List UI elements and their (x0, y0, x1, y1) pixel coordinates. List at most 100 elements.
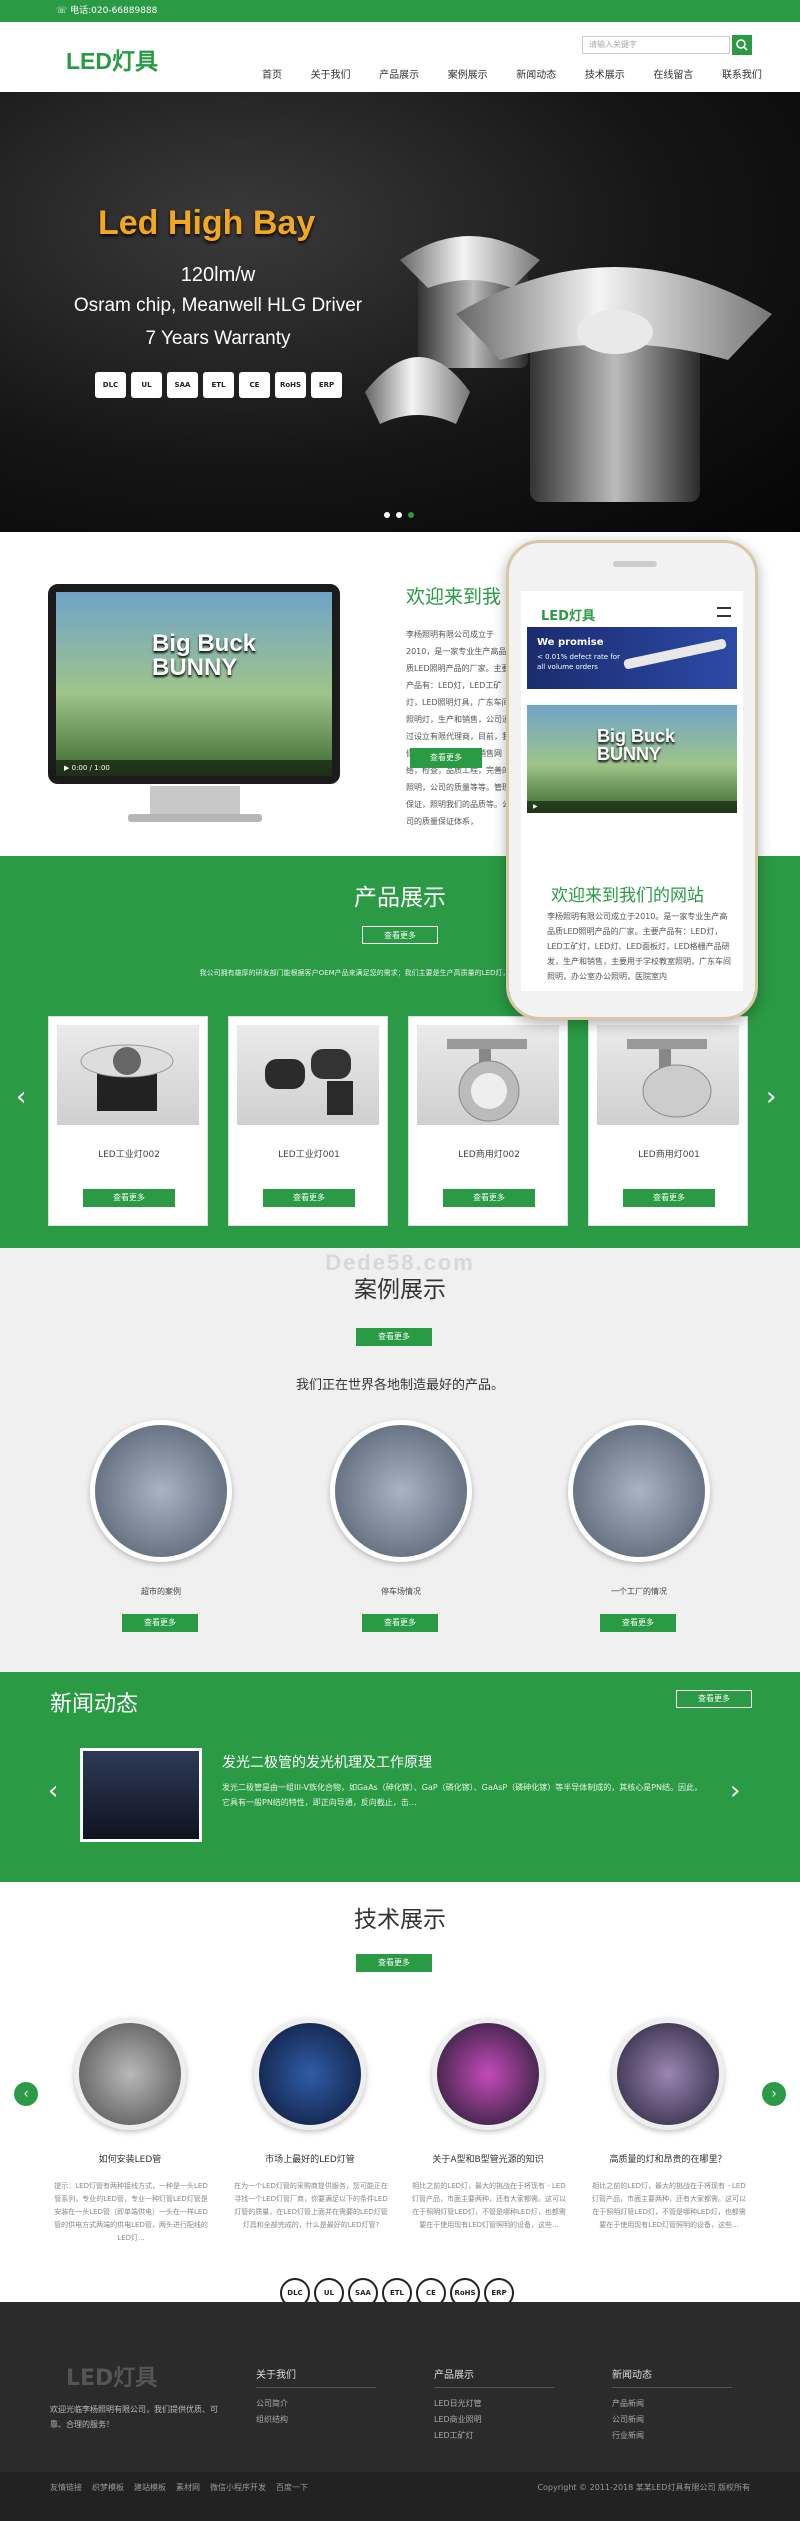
hero-banner[interactable]: Led High Bay 120lm/w Osram chip, Meanwel… (0, 92, 800, 532)
slider-dot[interactable] (384, 512, 390, 518)
nav-news[interactable]: 新闻动态 (516, 66, 556, 81)
news-next-arrow[interactable]: › (730, 1778, 740, 1804)
search-button[interactable] (732, 35, 752, 55)
friend-link[interactable]: 织梦模板 (92, 2482, 124, 2493)
footer-link[interactable]: LED商业照明 (434, 2412, 554, 2428)
top-phone: 电话:020-66889888 (70, 6, 158, 16)
welcome-title: 欢迎来到我 (406, 587, 502, 608)
phone-screen[interactable]: LED灯具 We promise < 0.01% defect rate for… (521, 591, 743, 991)
video-controls[interactable]: ▶ 0:00 / 1:00 (56, 760, 332, 776)
nav-tech[interactable]: 技术展示 (585, 66, 625, 81)
monitor-stand (150, 786, 240, 816)
footer-link[interactable]: 公司简介 (256, 2396, 376, 2412)
product-image[interactable] (597, 1025, 739, 1125)
nav-contact[interactable]: 联系我们 (722, 66, 762, 81)
products-more-button[interactable]: 查看更多 (362, 926, 438, 944)
tech-summary: 相比之前的LED灯，最大的挑战在于将现有 - LED灯管产品，市面主要两种，还有… (592, 2182, 746, 2229)
product-image[interactable] (237, 1025, 379, 1125)
phone-banner[interactable]: We promise < 0.01% defect rate for all v… (527, 627, 737, 689)
slider-dot-active[interactable] (408, 512, 414, 518)
tube-lamp-image (623, 638, 727, 670)
slider-dots (384, 512, 414, 518)
product-card[interactable]: LED工业灯002 查看更多 (48, 1016, 208, 1226)
cases-more-button[interactable]: 查看更多 (356, 1328, 432, 1346)
product-name[interactable]: LED商用灯001 (589, 1147, 749, 1160)
case-more-button[interactable]: 查看更多 (600, 1614, 676, 1632)
product-image[interactable] (57, 1025, 199, 1125)
friend-link[interactable]: 微信小程序开发 (210, 2482, 266, 2493)
product-card[interactable]: LED工业灯001 查看更多 (228, 1016, 388, 1226)
site-logo[interactable]: LED灯具 (66, 42, 158, 76)
news-image[interactable] (80, 1748, 202, 1842)
tech-label[interactable]: 高质量的灯和昂贵的在哪里？ (588, 2152, 748, 2165)
friend-link[interactable]: 素材网 (176, 2482, 200, 2493)
product-card[interactable]: LED商用灯002 查看更多 (408, 1016, 568, 1226)
tech-label[interactable]: 市场上最好的LED灯管 (230, 2152, 390, 2165)
product-card[interactable]: LED商用灯001 查看更多 (588, 1016, 748, 1226)
tech-label[interactable]: 关于A型和B型管光源的知识 (408, 2152, 568, 2165)
tech-image[interactable] (432, 2018, 544, 2130)
products-prev-arrow[interactable]: ‹ (16, 1084, 26, 1110)
rohs-logo: RoHS (275, 372, 306, 398)
product-more-button[interactable]: 查看更多 (83, 1189, 175, 1207)
phone-logo[interactable]: LED灯具 (541, 605, 595, 624)
footer-column-head: 关于我们 (256, 2366, 376, 2388)
news-prev-arrow[interactable]: ‹ (48, 1778, 58, 1804)
case-label[interactable]: 一个工厂的情况 (564, 1586, 714, 1597)
nav-cases[interactable]: 案例展示 (448, 66, 488, 81)
product-name[interactable]: LED工业灯002 (49, 1147, 209, 1160)
search-input[interactable]: 请输入关键字 (582, 36, 730, 54)
products-next-arrow[interactable]: › (766, 1084, 776, 1110)
product-name[interactable]: LED商用灯002 (409, 1147, 569, 1160)
case-more-button[interactable]: 查看更多 (362, 1614, 438, 1632)
footer-link[interactable]: 产品新闻 (612, 2396, 732, 2412)
footer-link[interactable]: 行业新闻 (612, 2428, 732, 2444)
news-more-button[interactable]: 查看更多 (676, 1690, 752, 1708)
news-headline[interactable]: 发光二极管的发光机理及工作原理 (222, 1752, 432, 1772)
footer-logo[interactable]: LED灯具 (66, 2360, 157, 2392)
phone-promo-title: We promise (537, 637, 604, 648)
case-image[interactable] (568, 1420, 710, 1562)
search-icon (736, 39, 748, 51)
phone-video-controls[interactable]: ▶ (527, 801, 737, 813)
case-label[interactable]: 停车场情况 (326, 1586, 476, 1597)
tech-summary: 在为一个LED灯管的采购商提供服务，您可能正在寻找一个LED灯管厂商，你要满足以… (234, 2182, 388, 2229)
tech-image[interactable] (254, 2018, 366, 2130)
nav-home[interactable]: 首页 (262, 66, 282, 81)
friend-link[interactable]: 建站模板 (134, 2482, 166, 2493)
footer-link[interactable]: LED日光灯管 (434, 2396, 554, 2412)
case-image[interactable] (330, 1420, 472, 1562)
tech-label[interactable]: 如何安装LED管 (50, 2152, 210, 2165)
tech-prev-arrow[interactable]: ‹ (14, 2082, 38, 2106)
footer-link[interactable]: 组织结构 (256, 2412, 376, 2428)
tech-image[interactable] (74, 2018, 186, 2130)
menu-icon[interactable] (717, 607, 731, 617)
footer-link[interactable]: LED工矿灯 (434, 2428, 554, 2444)
phone-mockup: LED灯具 We promise < 0.01% defect rate for… (506, 540, 758, 1020)
case-image[interactable] (90, 1420, 232, 1562)
footer-link[interactable]: 公司新闻 (612, 2412, 732, 2428)
banner-title: Led High Bay (98, 204, 316, 242)
product-image[interactable] (417, 1025, 559, 1125)
friend-link[interactable]: 百度一下 (276, 2482, 308, 2493)
product-more-button[interactable]: 查看更多 (263, 1189, 355, 1207)
video-screen[interactable]: Big Buck BUNNY ▶ 0:00 / 1:00 (56, 592, 332, 776)
track-light-image (627, 1039, 712, 1118)
tech-more-button[interactable]: 查看更多 (356, 1954, 432, 1972)
phone-video[interactable]: Big Buck BUNNY ▶ (527, 705, 737, 813)
monitor-video-player[interactable]: Big Buck BUNNY ▶ 0:00 / 1:00 (48, 584, 340, 784)
case-more-button[interactable]: 查看更多 (122, 1614, 198, 1632)
tech-image[interactable] (612, 2018, 724, 2130)
play-icon[interactable]: ▶ (64, 764, 72, 772)
nav-about[interactable]: 关于我们 (311, 66, 351, 81)
case-label[interactable]: 超市的案例 (86, 1586, 236, 1597)
slider-dot[interactable] (396, 512, 402, 518)
friend-links-label: 友情链接 (50, 2483, 82, 2492)
product-name[interactable]: LED工业灯001 (229, 1147, 389, 1160)
welcome-more-button[interactable]: 查看更多 (410, 748, 482, 768)
product-more-button[interactable]: 查看更多 (443, 1189, 535, 1207)
nav-products[interactable]: 产品展示 (379, 66, 419, 81)
tech-next-arrow[interactable]: › (762, 2082, 786, 2106)
nav-message[interactable]: 在线留言 (653, 66, 693, 81)
product-more-button[interactable]: 查看更多 (623, 1189, 715, 1207)
